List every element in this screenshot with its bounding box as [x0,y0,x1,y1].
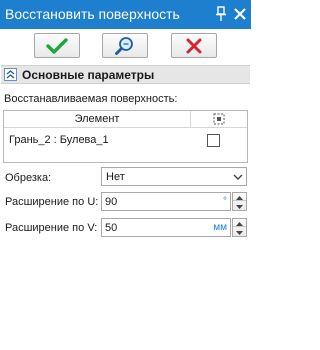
extend-u-label: Расширение по U: [5,196,99,208]
trim-value: Нет [106,171,125,183]
section-main-parameters[interactable]: Основные параметры [1,65,250,84]
extend-v-unit: мм [213,222,227,233]
title-bar: Восстановить поверхность [0,0,251,29]
row-checkbox[interactable] [207,134,220,147]
cancel-button[interactable] [171,33,217,58]
extend-u-unit: ° [223,196,227,207]
extend-u-input[interactable]: 90 ° [101,192,231,211]
trim-label: Обрезка: [5,172,52,184]
extend-v-value: 50 [105,222,118,234]
table-header: Элемент [4,111,247,128]
row-element-name: Грань_2 : Булева_1 [9,134,109,146]
extend-v-spinner[interactable] [232,218,247,237]
close-icon[interactable] [233,7,247,21]
chevron-up-icon[interactable] [4,68,17,81]
column-header-select [192,111,247,128]
spin-up-icon[interactable] [233,193,246,201]
extend-u-spinner[interactable] [232,192,247,211]
extend-u-value: 90 [105,196,118,208]
cancel-x-icon [186,38,202,53]
preview-button[interactable] [102,33,148,58]
section-title: Основные параметры [22,68,155,82]
window-title: Восстановить поверхность [5,6,180,22]
selection-box-icon [213,113,225,125]
pin-icon[interactable] [214,6,228,22]
spin-down-icon[interactable] [233,202,246,210]
column-header-element: Элемент [4,111,191,128]
trim-select[interactable]: Нет [101,167,247,186]
action-toolbar [0,29,251,63]
spin-down-icon[interactable] [233,228,246,236]
table-row[interactable]: Грань_2 : Булева_1 [4,129,247,151]
surface-table: Элемент Грань_2 : Булева_1 [3,110,248,163]
chevron-down-icon [232,171,244,183]
surface-label: Восстанавливаемая поверхность: [4,93,178,105]
spin-up-icon[interactable] [233,219,246,227]
checkmark-icon [46,37,68,54]
ok-button[interactable] [34,33,80,58]
extend-v-label: Расширение по V: [5,222,98,234]
extend-v-input[interactable]: 50 мм [101,218,231,237]
preview-magnifier-icon [115,36,133,55]
